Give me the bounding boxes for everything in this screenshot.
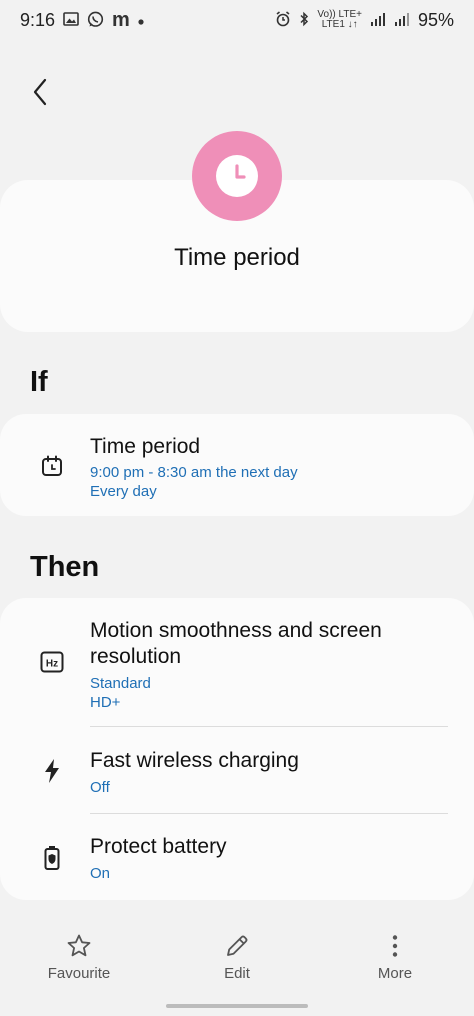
if-section-title: If: [30, 366, 48, 398]
svg-text:Hz: Hz: [46, 659, 58, 670]
condition-time-period[interactable]: Time period 9:00 pm - 8:30 am the next d…: [0, 414, 474, 516]
action-title-line1: Motion smoothness and screen: [90, 619, 382, 642]
clock-icon: [192, 131, 282, 221]
lightning-icon: [38, 757, 66, 785]
more-label: More: [377, 965, 413, 982]
gallery-icon: [63, 12, 79, 28]
action-title-line2: resolution: [90, 645, 182, 668]
back-button[interactable]: [24, 74, 56, 110]
then-card: Hz Motion smoothness and screen resoluti…: [0, 598, 474, 900]
calendar-icon: [38, 452, 66, 480]
star-icon: [66, 930, 92, 962]
status-right: Vo)) LTE+ LTE1 ↓↑ 95%: [275, 10, 454, 31]
status-bar: 9:16 m Vo)) LTE+ LTE1 ↓↑ 95%: [0, 0, 474, 40]
condition-repeat: Every day: [90, 483, 157, 500]
more-vertical-icon: [391, 930, 399, 962]
home-indicator[interactable]: [166, 1004, 308, 1008]
favourite-button[interactable]: Favourite: [19, 930, 139, 990]
condition-time-range: 9:00 pm - 8:30 am the next day: [90, 464, 298, 481]
status-time: 9:16: [20, 9, 56, 30]
network-indicator: Vo)) LTE+ LTE1 ↓↑: [317, 10, 362, 30]
action-title: Fast wireless charging: [90, 749, 299, 772]
action-protect-battery[interactable]: Protect battery On: [0, 814, 474, 900]
alarm-icon: [275, 11, 291, 29]
battery-percentage: 95%: [417, 9, 454, 30]
condition-title: Time period: [90, 435, 201, 458]
more-button[interactable]: More: [335, 930, 455, 990]
hz-icon: Hz: [38, 648, 66, 676]
signal-icon-2: [394, 12, 410, 28]
action-title: Protect battery: [90, 835, 227, 858]
edit-button[interactable]: Edit: [177, 930, 297, 990]
favourite-label: Favourite: [47, 965, 111, 982]
m-app-icon: m: [112, 9, 130, 31]
network-bottom-label: LTE1 ↓↑: [321, 19, 358, 30]
battery-shield-icon: [38, 844, 66, 872]
signal-icon: [370, 12, 386, 28]
then-section-title: Then: [30, 551, 100, 583]
page-title: Time period: [174, 244, 300, 271]
whatsapp-icon: [87, 11, 104, 30]
action-sub-motion: Standard: [90, 675, 151, 692]
status-left: 9:16 m: [20, 10, 144, 31]
edit-label: Edit: [224, 965, 250, 982]
pencil-icon: [224, 930, 250, 962]
action-fast-wireless-charging[interactable]: Fast wireless charging Off: [0, 727, 474, 813]
bottom-navigation: Favourite Edit More: [0, 930, 474, 990]
action-sub: Off: [90, 779, 110, 796]
action-motion-smoothness[interactable]: Hz Motion smoothness and screen resoluti…: [0, 598, 474, 726]
bluetooth-icon: [299, 11, 309, 29]
action-sub: On: [90, 865, 111, 882]
dot-icon: [138, 13, 144, 27]
if-card: Time period 9:00 pm - 8:30 am the next d…: [0, 414, 474, 516]
action-sub-resolution: HD+: [90, 694, 121, 711]
chevron-left-icon: [33, 78, 47, 106]
